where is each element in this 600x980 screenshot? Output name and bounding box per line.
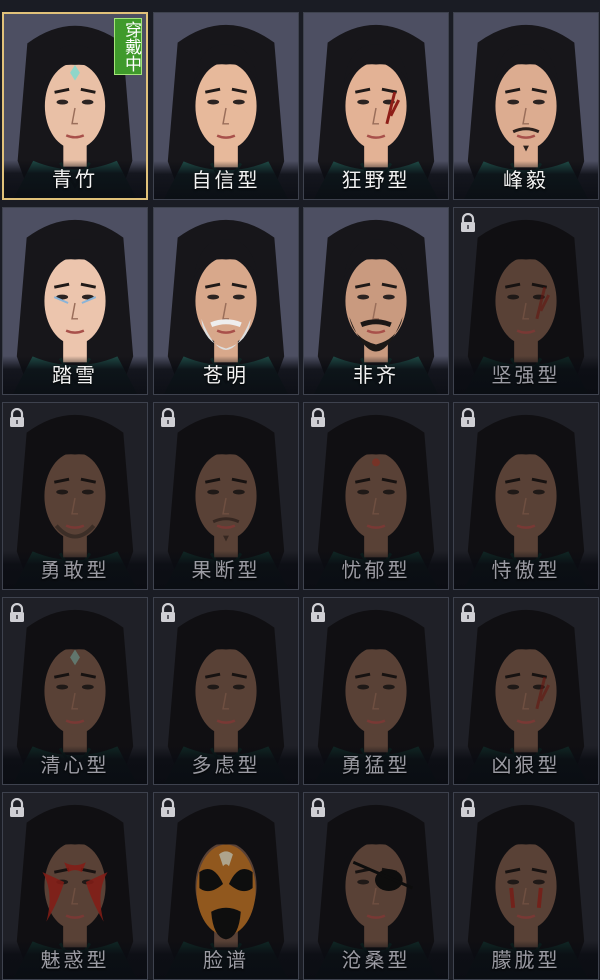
face-style-name: 多虑型 <box>191 753 261 777</box>
lock-icon <box>461 603 475 622</box>
face-style-card[interactable]: 自信型 <box>153 12 299 200</box>
lock-icon <box>161 798 175 817</box>
face-style-card[interactable]: 果断型 <box>153 402 299 590</box>
face-style-card[interactable]: 忧郁型 <box>303 402 449 590</box>
face-style-card[interactable]: 勇敢型 <box>2 402 148 590</box>
face-style-card[interactable]: 狂野型 <box>303 12 449 200</box>
face-style-name: 青竹 <box>52 167 98 191</box>
face-style-name: 踏雪 <box>52 363 98 387</box>
face-style-name: 朦胧型 <box>491 948 561 972</box>
face-style-card[interactable]: 踏雪 <box>2 207 148 395</box>
face-style-name: 狂野型 <box>341 168 411 192</box>
face-style-card[interactable]: 非齐 <box>303 207 449 395</box>
face-style-name: 峰毅 <box>503 168 549 192</box>
face-style-card[interactable]: 峰毅 <box>453 12 599 200</box>
face-style-name: 魅惑型 <box>40 948 110 972</box>
face-style-name: 苍明 <box>203 363 249 387</box>
face-style-card[interactable]: 勇猛型 <box>303 597 449 785</box>
face-style-name: 勇敢型 <box>40 558 110 582</box>
face-style-name: 勇猛型 <box>341 753 411 777</box>
face-style-name: 凶狠型 <box>491 753 561 777</box>
lock-icon <box>311 798 325 817</box>
lock-icon <box>461 408 475 427</box>
face-style-name: 沧桑型 <box>341 948 411 972</box>
face-style-card[interactable]: 恃傲型 <box>453 402 599 590</box>
face-style-card[interactable]: 脸谱 <box>153 792 299 980</box>
face-style-card[interactable]: 多虑型 <box>153 597 299 785</box>
face-style-grid: 青竹 穿戴中自信型 狂野型 峰毅踏雪 苍明 非齐 坚强型勇敢型 果断型 忧郁型 恃傲型清心型 多虑型… <box>0 0 600 980</box>
face-style-card[interactable]: 青竹 穿戴中 <box>2 12 148 200</box>
face-style-name: 坚强型 <box>491 363 561 387</box>
lock-icon <box>461 798 475 817</box>
face-style-card[interactable]: 清心型 <box>2 597 148 785</box>
face-style-name: 脸谱 <box>203 948 249 972</box>
worn-badge: 穿戴中 <box>114 18 142 75</box>
lock-icon <box>161 603 175 622</box>
face-style-card[interactable]: 凶狠型 <box>453 597 599 785</box>
face-style-card[interactable]: 沧桑型 <box>303 792 449 980</box>
face-style-name: 清心型 <box>40 753 110 777</box>
lock-icon <box>10 798 24 817</box>
face-style-card[interactable]: 苍明 <box>153 207 299 395</box>
face-style-name: 恃傲型 <box>491 558 561 582</box>
face-style-card[interactable]: 坚强型 <box>453 207 599 395</box>
lock-icon <box>311 603 325 622</box>
face-style-name: 非齐 <box>353 363 399 387</box>
face-style-name: 果断型 <box>191 558 261 582</box>
lock-icon <box>311 408 325 427</box>
lock-icon <box>10 408 24 427</box>
face-style-name: 自信型 <box>191 168 261 192</box>
face-style-card[interactable]: 朦胧型 <box>453 792 599 980</box>
face-style-name: 忧郁型 <box>341 558 411 582</box>
lock-icon <box>461 213 475 232</box>
lock-icon <box>10 603 24 622</box>
lock-icon <box>161 408 175 427</box>
face-style-card[interactable]: 魅惑型 <box>2 792 148 980</box>
